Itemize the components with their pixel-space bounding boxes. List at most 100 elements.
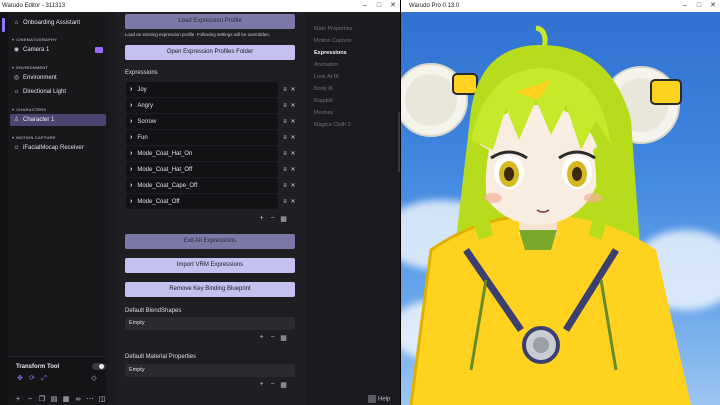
sidebar-item-label: Character 1	[23, 117, 55, 123]
remove-icon[interactable]: ✕	[290, 118, 296, 125]
remove-icon[interactable]: ✕	[290, 166, 296, 173]
tab-motion-capture[interactable]: Motion Capture	[314, 38, 352, 44]
clipboard-icon[interactable]: ▤	[50, 395, 58, 403]
expression-row[interactable]: › Mode_Coat_Off ≡ ✕	[126, 194, 296, 209]
expression-row[interactable]: › Sorrow ≡ ✕	[126, 114, 296, 129]
expression-name: Mode_Coat_Off	[137, 198, 180, 205]
character-avatar	[401, 25, 691, 405]
preview-window: Warudo Pro 0.13.0 – □ ✕	[401, 0, 720, 405]
more-icon[interactable]: ⋯	[86, 395, 94, 403]
section-environment[interactable]: ▾ ENVIRONMENT	[12, 65, 48, 70]
plus-icon[interactable]: +	[258, 334, 265, 342]
tab-magica-cloth[interactable]: Magica Cloth 2	[314, 122, 351, 128]
close-button[interactable]: ✕	[386, 0, 400, 12]
minus-icon[interactable]: −	[26, 396, 34, 403]
menu-icon[interactable]: ≡	[282, 103, 288, 109]
grid-icon[interactable]: ▦	[62, 395, 70, 403]
section-characters[interactable]: ▾ CHARACTERS	[12, 107, 46, 112]
sidebar-item-environment[interactable]: ◎ Environment	[10, 72, 106, 84]
expression-row[interactable]: › Fun ≡ ✕	[126, 130, 296, 145]
sidebar-item-camera[interactable]: ◉ Camera 1	[10, 44, 106, 56]
load-expression-profile-button[interactable]: Load Expression Profile	[125, 14, 295, 29]
minus-icon[interactable]: −	[269, 381, 276, 389]
plus-icon[interactable]: +	[14, 396, 22, 403]
grid-icon[interactable]: ▦	[280, 215, 287, 223]
sidebar-item-character[interactable]: ♙ Character 1	[10, 114, 106, 126]
scale-icon[interactable]: ⤢	[40, 375, 48, 383]
panel-icon[interactable]: ◫	[98, 395, 106, 403]
grid-icon[interactable]: ▦	[280, 334, 287, 342]
maximize-button[interactable]: □	[372, 0, 386, 12]
activity-selected-indicator[interactable]	[2, 18, 5, 32]
add-expression-icon[interactable]: +	[258, 215, 265, 223]
menu-icon[interactable]: ≡	[282, 119, 288, 125]
menu-icon[interactable]: ≡	[282, 87, 288, 93]
expression-row[interactable]: › Mode_Coat_Hat_On ≡ ✕	[126, 146, 296, 161]
sidebar-item-directional-light[interactable]: ☼ Directional Light	[10, 86, 106, 98]
exit-all-expressions-button[interactable]: Exit All Expressions	[125, 234, 295, 249]
plus-icon[interactable]: +	[258, 381, 265, 389]
activity-strip	[0, 12, 8, 405]
remove-icon[interactable]: ✕	[290, 102, 296, 109]
inspector-panel: Load Expression Profile Load an existing…	[116, 12, 306, 405]
transform-tool-toggle[interactable]	[92, 363, 106, 370]
section-motion-capture[interactable]: ▾ MOTION CAPTURE	[12, 135, 55, 140]
tab-body-ik[interactable]: Body IK	[314, 86, 333, 92]
menu-icon[interactable]: ≡	[282, 135, 288, 141]
expression-row[interactable]: › Mode_Coat_Cape_Off ≡ ✕	[126, 178, 296, 193]
remove-icon[interactable]: ✕	[290, 134, 296, 141]
tab-main-properties[interactable]: Main Properties	[314, 26, 353, 32]
open-expression-profiles-folder-button[interactable]: Open Expression Profiles Folder	[125, 45, 295, 60]
material-list-toolbar: + − ▦	[258, 381, 287, 389]
move-icon[interactable]: ✥	[16, 375, 24, 383]
tab-expressions[interactable]: Expressions	[314, 50, 347, 56]
load-profile-hint: Load an existing expression profile. Fol…	[125, 32, 271, 37]
editor-titlebar[interactable]: Warudo Editor - 311313 – □ ✕	[0, 0, 400, 12]
copy-icon[interactable]: ❐	[38, 395, 46, 403]
tab-meshes[interactable]: Meshes	[314, 110, 333, 116]
cube-icon[interactable]: ◇	[90, 375, 98, 383]
expression-name: Mode_Coat_Hat_On	[137, 150, 193, 157]
minus-icon[interactable]: −	[269, 334, 276, 342]
grid-icon[interactable]: ▦	[280, 381, 287, 389]
tab-animation[interactable]: Animation	[314, 62, 338, 68]
chevron-right-icon: ›	[130, 150, 133, 157]
expression-name: Sorrow	[137, 118, 157, 125]
sidebar-item-onboarding[interactable]: ⌂ Onboarding Assistant	[10, 17, 106, 29]
tab-look-at-ik[interactable]: Look At IK	[314, 74, 339, 80]
tab-ragdoll[interactable]: Ragdoll	[314, 98, 333, 104]
remove-expression-icon[interactable]: −	[269, 215, 276, 223]
inspector-scrollbar[interactable]	[398, 112, 400, 172]
expression-name: Angry	[137, 102, 154, 109]
chevron-right-icon: ›	[130, 118, 133, 125]
remove-icon[interactable]: ✕	[290, 198, 296, 205]
sidebar-bottom-toolbar: + − ❐ ▤ ▦ ∞ ⋯ ◫	[8, 393, 108, 405]
remove-key-binding-blueprint-button[interactable]: Remove Key Binding Blueprint	[125, 282, 295, 297]
menu-icon[interactable]: ≡	[282, 199, 288, 205]
menu-icon[interactable]: ≡	[282, 167, 288, 173]
menu-icon[interactable]: ≡	[282, 183, 288, 189]
face-icon: ☺	[13, 144, 20, 151]
remove-icon[interactable]: ✕	[290, 150, 296, 157]
remove-icon[interactable]: ✕	[290, 86, 296, 93]
default-blendshapes-field[interactable]: Empty	[125, 317, 295, 330]
globe-icon: ◎	[13, 74, 20, 81]
chevron-right-icon: ›	[130, 166, 133, 173]
minimize-button[interactable]: –	[358, 0, 372, 12]
import-vrm-expressions-button[interactable]: Import VRM Expressions	[125, 258, 295, 273]
expression-name: Mode_Coat_Cape_Off	[137, 182, 198, 189]
video-camera-icon[interactable]	[95, 47, 103, 53]
link-icon[interactable]: ∞	[74, 396, 82, 403]
section-cinematography[interactable]: ▾ CINEMATOGRAPHY	[12, 37, 57, 42]
help-button[interactable]: Help	[368, 395, 390, 403]
expression-name: Fun	[137, 134, 148, 141]
menu-icon[interactable]: ≡	[282, 151, 288, 157]
expression-row[interactable]: › Mode_Coat_Hat_Off ≡ ✕	[126, 162, 296, 177]
expression-row[interactable]: › Angry ≡ ✕	[126, 98, 296, 113]
expression-row[interactable]: › Joy ≡ ✕	[126, 82, 296, 97]
default-material-field[interactable]: Empty	[125, 364, 295, 377]
sidebar-item-ifacialmocap[interactable]: ☺ iFacialMocap Receiver	[10, 142, 106, 154]
chevron-right-icon: ›	[130, 198, 133, 205]
remove-icon[interactable]: ✕	[290, 182, 296, 189]
rotate-icon[interactable]: ⟳	[28, 375, 36, 383]
